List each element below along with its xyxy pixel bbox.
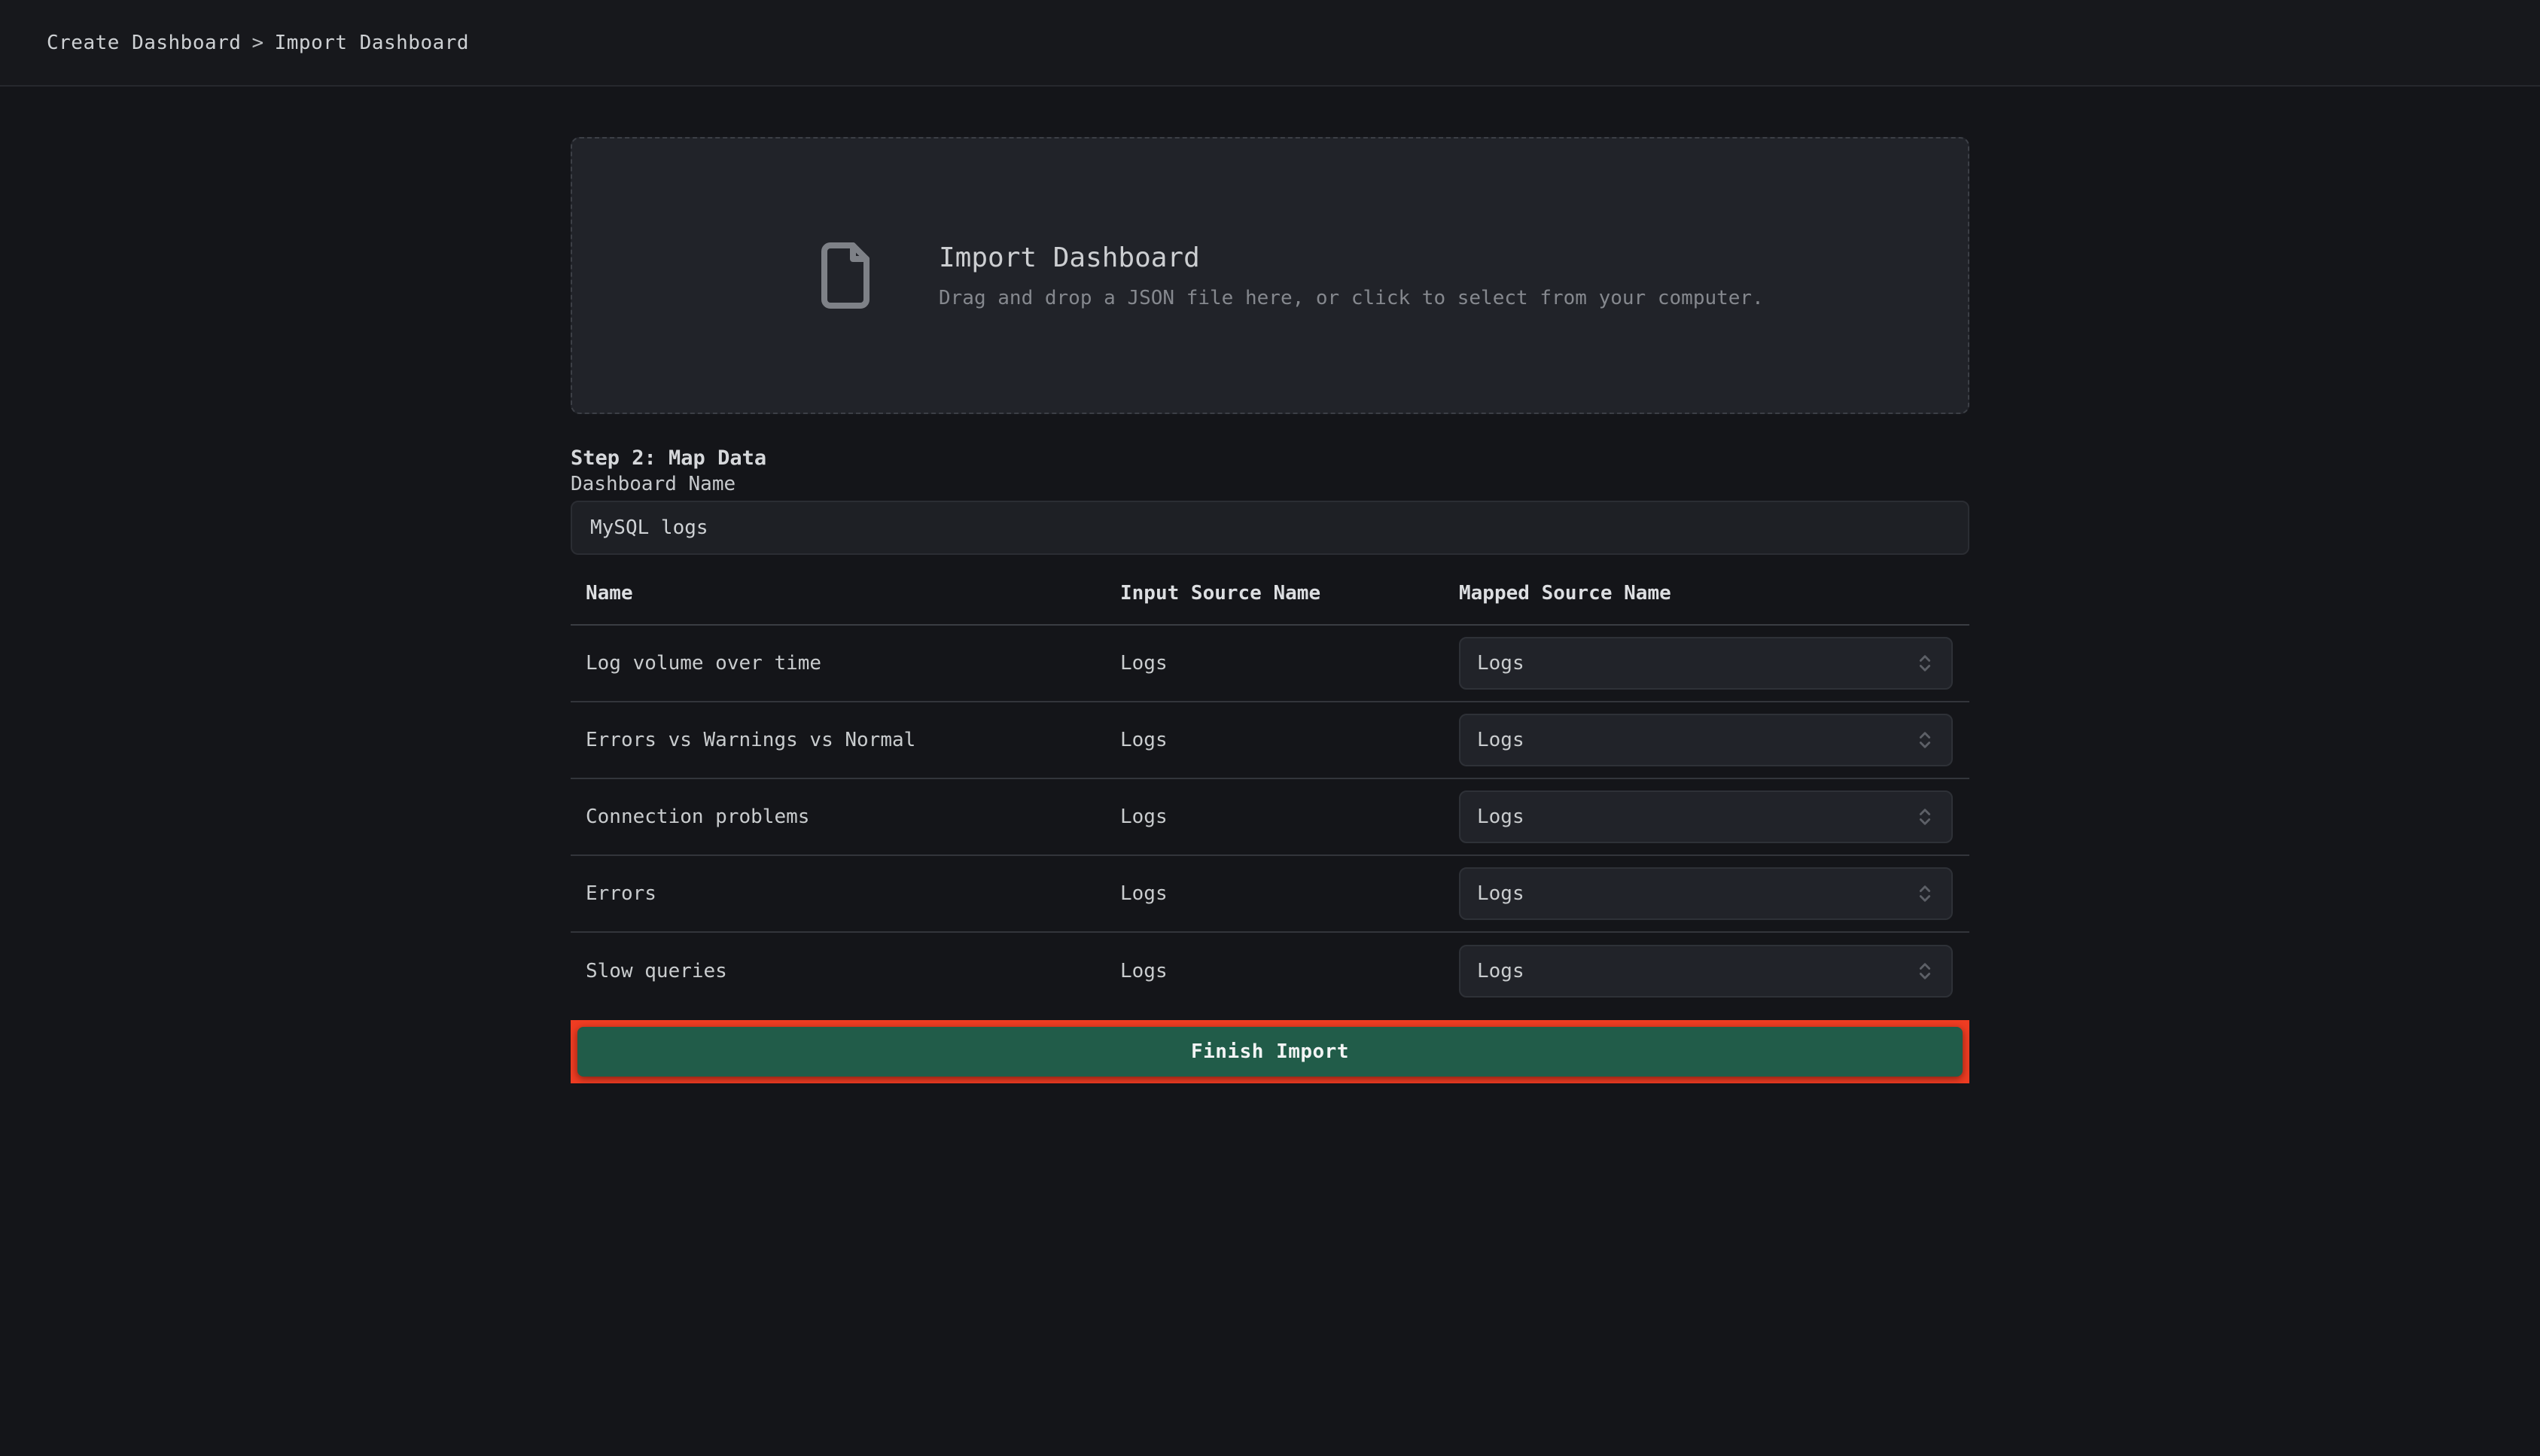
breadcrumb: Create Dashboard > Import Dashboard	[47, 32, 469, 54]
column-header-input-source-name: Input Source Name	[1120, 582, 1459, 624]
mapped-source-value: Logs	[1477, 882, 1524, 905]
mapped-source-value: Logs	[1477, 729, 1524, 751]
mapped-source-select[interactable]: Logs	[1459, 867, 1953, 920]
mapped-source-select[interactable]: Logs	[1459, 790, 1953, 843]
row-name: Log volume over time	[571, 652, 1120, 675]
table-row: Connection problems Logs Logs	[571, 779, 1969, 856]
dashboard-name-label: Dashboard Name	[571, 473, 736, 495]
mapped-source-select[interactable]: Logs	[1459, 637, 1953, 690]
row-name: Errors	[571, 882, 1120, 905]
chevron-up-down-icon	[1912, 650, 1938, 676]
chevron-up-down-icon	[1912, 958, 1938, 984]
column-header-name: Name	[571, 582, 1120, 624]
row-input-source: Logs	[1120, 806, 1459, 828]
source-mapping-table: Name Input Source Name Mapped Source Nam…	[571, 555, 1969, 1010]
breadcrumb-item-import-dashboard[interactable]: Import Dashboard	[275, 32, 469, 54]
dropzone-title: Import Dashboard	[939, 242, 1764, 273]
column-header-mapped-source-name: Mapped Source Name	[1459, 582, 1969, 624]
table-row: Log volume over time Logs Logs	[571, 626, 1969, 702]
json-file-dropzone[interactable]: Import Dashboard Drag and drop a JSON fi…	[571, 137, 1969, 414]
mapped-source-value: Logs	[1477, 960, 1524, 982]
breadcrumb-separator: >	[251, 32, 263, 54]
table-row: Errors Logs Logs	[571, 856, 1969, 933]
row-name: Errors vs Warnings vs Normal	[571, 729, 1120, 751]
row-input-source: Logs	[1120, 652, 1459, 675]
import-dashboard-panel: Import Dashboard Drag and drop a JSON fi…	[571, 137, 1969, 1083]
row-name: Connection problems	[571, 806, 1120, 828]
step-heading: Step 2: Map Data	[571, 446, 1969, 471]
chevron-up-down-icon	[1912, 881, 1938, 906]
table-row: Errors vs Warnings vs Normal Logs Logs	[571, 702, 1969, 779]
chevron-up-down-icon	[1912, 727, 1938, 753]
chevron-up-down-icon	[1912, 804, 1938, 830]
row-input-source: Logs	[1120, 882, 1459, 905]
table-header-row: Name Input Source Name Mapped Source Nam…	[571, 555, 1969, 626]
dashboard-name-input[interactable]	[571, 501, 1969, 555]
table-row: Slow queries Logs Logs	[571, 933, 1969, 1010]
mapped-source-value: Logs	[1477, 652, 1524, 675]
row-input-source: Logs	[1120, 729, 1459, 751]
dropzone-text: Import Dashboard Drag and drop a JSON fi…	[939, 242, 1764, 309]
mapped-source-select[interactable]: Logs	[1459, 945, 1953, 998]
mapped-source-value: Logs	[1477, 806, 1524, 828]
top-bar: Create Dashboard > Import Dashboard	[0, 0, 2540, 87]
finish-import-button[interactable]: Finish Import	[577, 1027, 1963, 1077]
row-name: Slow queries	[571, 960, 1120, 982]
file-icon	[809, 239, 882, 312]
mapped-source-select[interactable]: Logs	[1459, 714, 1953, 766]
row-input-source: Logs	[1120, 960, 1459, 982]
annotation-highlight-box: Finish Import	[571, 1020, 1969, 1083]
breadcrumb-item-create-dashboard[interactable]: Create Dashboard	[47, 32, 241, 54]
dropzone-subtitle: Drag and drop a JSON file here, or click…	[939, 287, 1764, 309]
